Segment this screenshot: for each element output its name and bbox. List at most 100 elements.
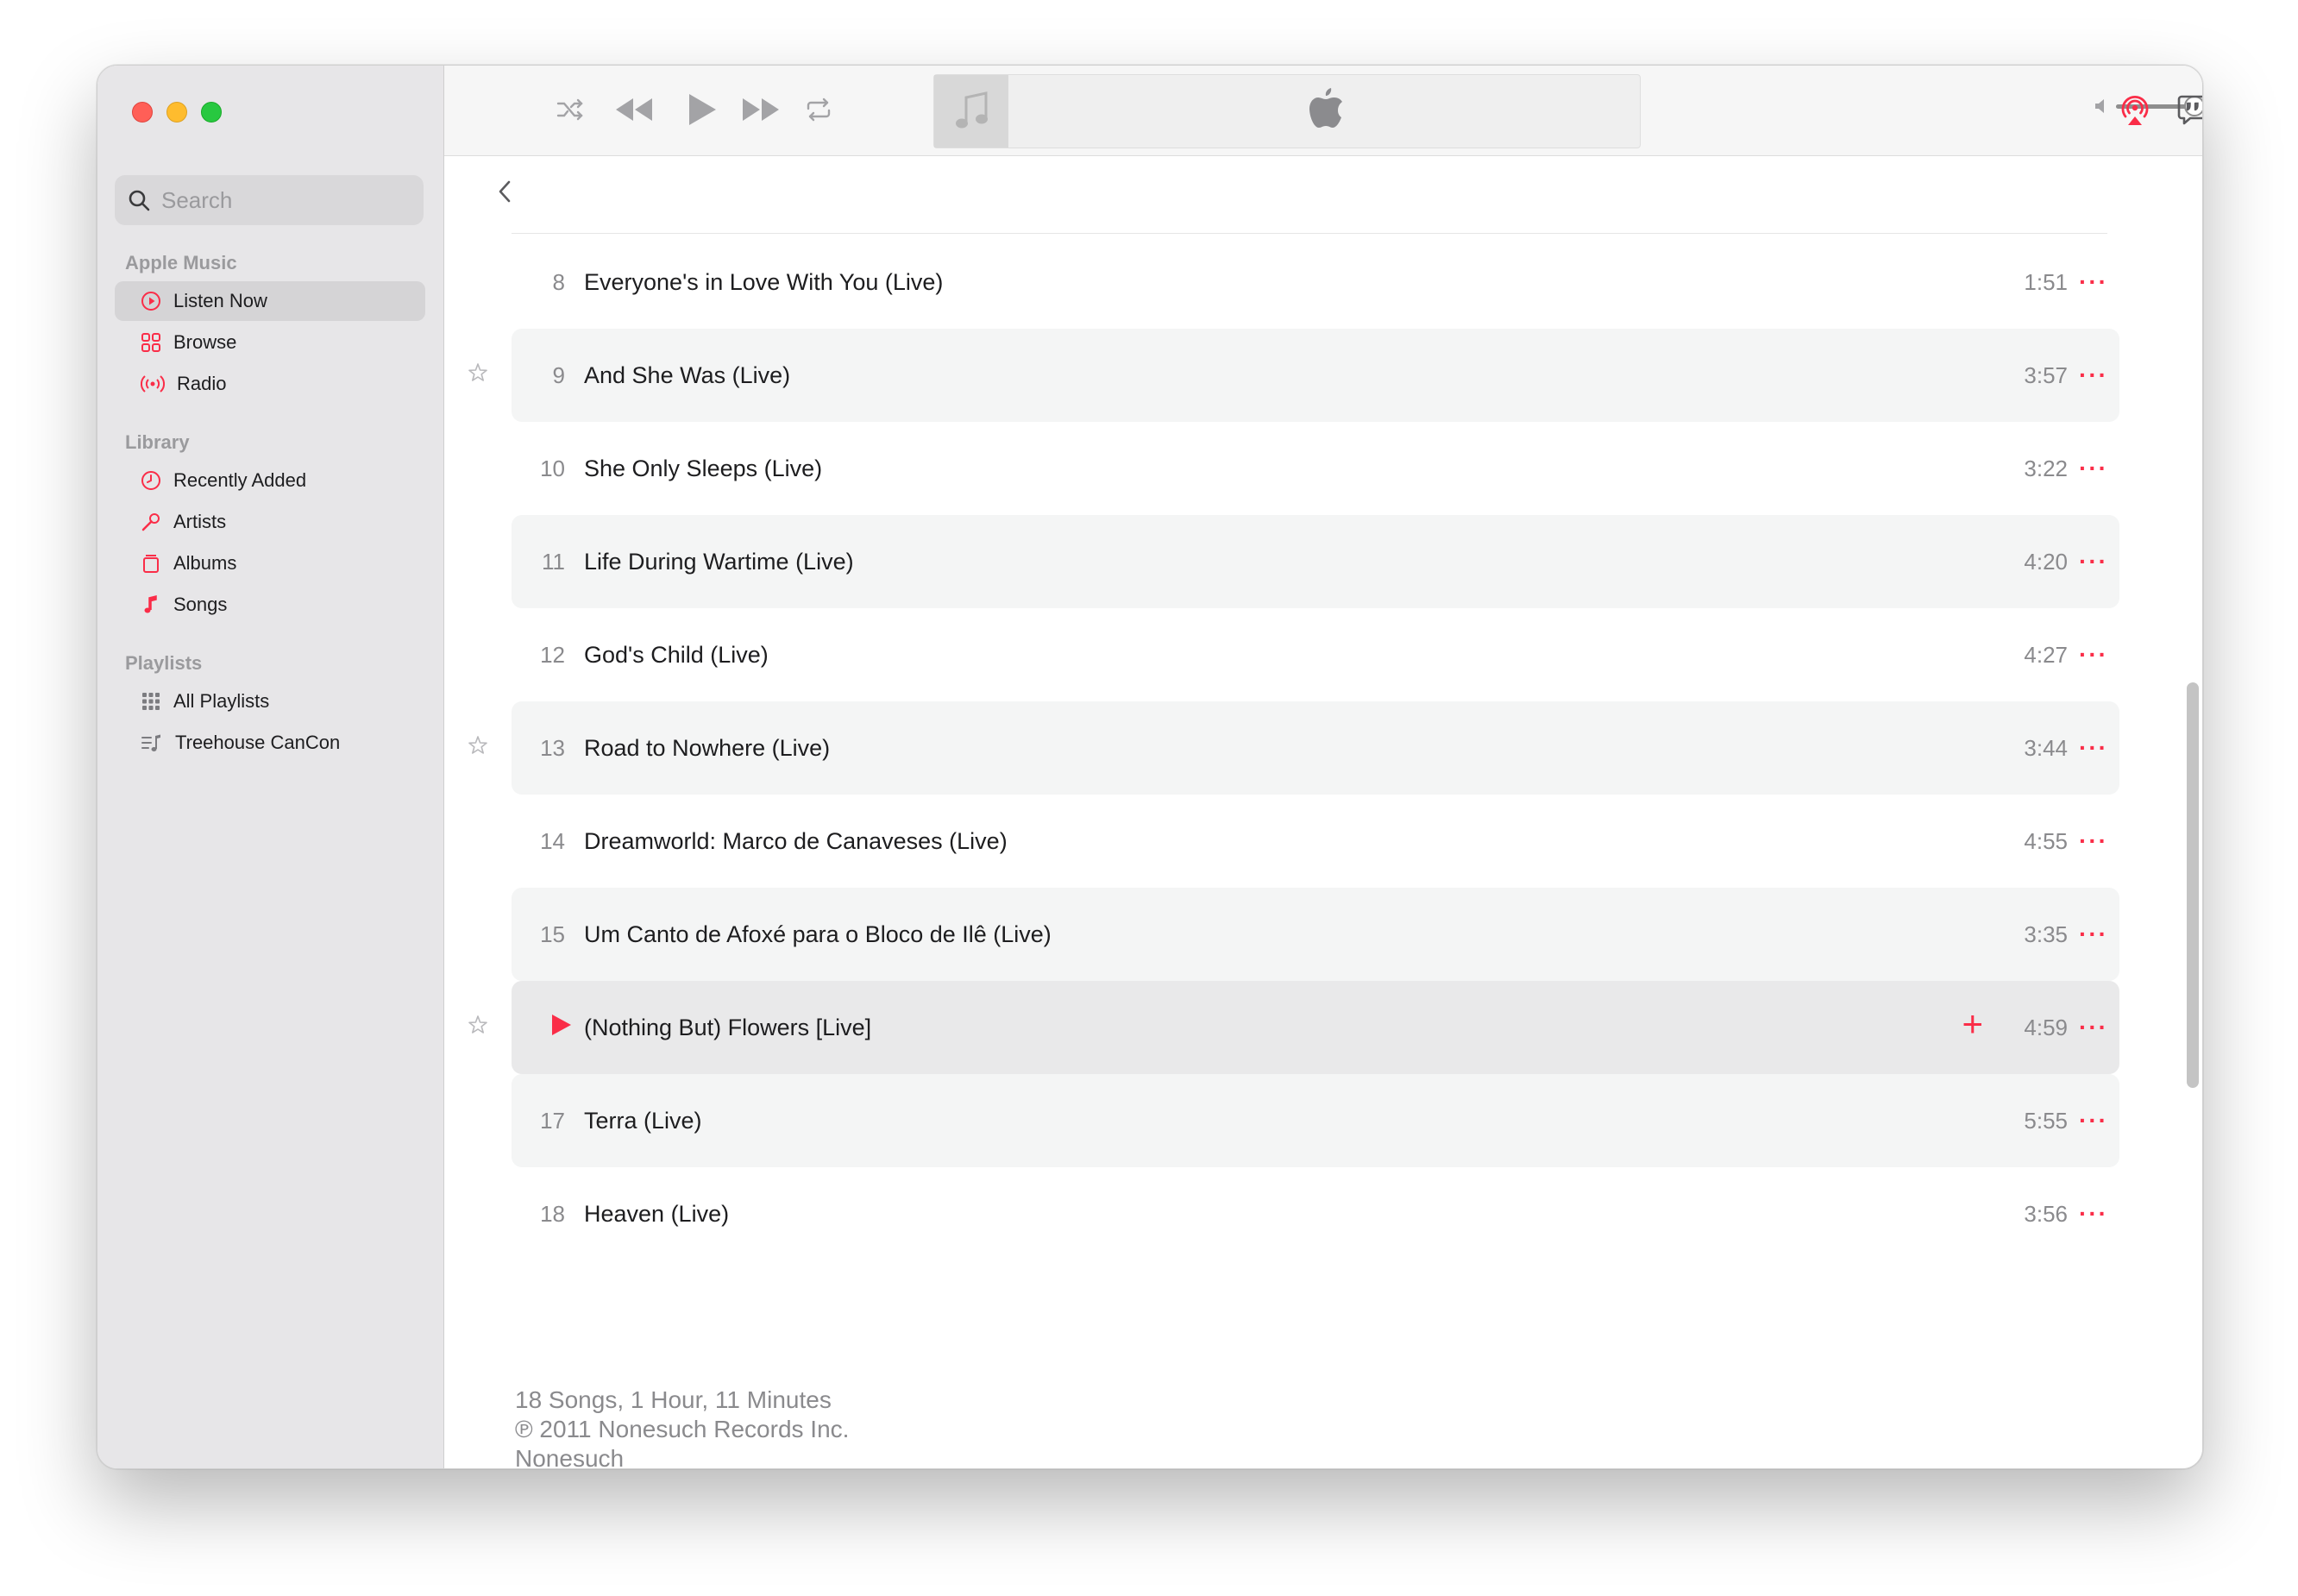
track-row[interactable]: 11 Life During Wartime (Live) 4:20 ···	[512, 515, 2119, 608]
sidebar-item-radio[interactable]: Radio	[115, 364, 425, 404]
track-row[interactable]: 15 Um Canto de Afoxé para o Bloco de Ilê …	[512, 888, 2119, 981]
now-playing-display[interactable]	[933, 74, 1641, 148]
sidebar-item-label: Listen Now	[173, 290, 267, 311]
track-row[interactable]: 10 She Only Sleeps (Live) 3:22 ···	[512, 422, 2119, 515]
back-button[interactable]	[496, 179, 513, 209]
more-options-button[interactable]: ···	[2068, 361, 2119, 389]
sidebar-item-all-playlists[interactable]: All Playlists	[115, 682, 425, 721]
track-title: Road to Nowhere (Live)	[584, 734, 831, 761]
sidebar-item-label: Recently Added	[173, 469, 307, 491]
track-number: 14	[540, 827, 565, 854]
content-header	[512, 156, 2107, 234]
clock-icon	[141, 471, 160, 490]
more-options-button[interactable]: ···	[2068, 641, 2119, 669]
sidebar-item-listen-now[interactable]: Listen Now	[115, 281, 425, 321]
search-input[interactable]	[161, 186, 403, 214]
sidebar-item-songs[interactable]: Songs	[115, 585, 425, 625]
star-icon[interactable]	[467, 1014, 489, 1040]
sidebar-item-albums[interactable]: Albums	[115, 544, 425, 583]
track-duration: 4:59	[2024, 1014, 2068, 1040]
track-number: 13	[540, 734, 565, 761]
sidebar-item-label: Albums	[173, 552, 237, 574]
section-apple-music: Apple Music	[125, 252, 237, 273]
search-field[interactable]	[115, 175, 424, 225]
track-duration: 4:20	[2024, 548, 2068, 575]
more-options-button[interactable]: ···	[2068, 1014, 2119, 1041]
search-icon	[129, 190, 150, 211]
volume-low-icon	[2095, 99, 2104, 113]
track-number: 9	[552, 361, 565, 388]
track-row[interactable]: 13 Road to Nowhere (Live) 3:44 ···	[468, 701, 2119, 795]
sidebar-item-label: Songs	[173, 594, 228, 615]
more-options-button[interactable]: ···	[2068, 1200, 2119, 1228]
more-options-button[interactable]: ···	[2068, 734, 2119, 762]
grid-icon	[141, 333, 160, 352]
more-options-button[interactable]: ···	[2068, 1107, 2119, 1134]
more-options-button[interactable]: ···	[2068, 827, 2119, 855]
track-title: And She Was (Live)	[584, 361, 791, 388]
play-button[interactable]	[686, 91, 719, 128]
track-row[interactable]: 14 Dreamworld: Marco de Canaveses (Live) 4…	[512, 795, 2119, 888]
section-playlists: Playlists	[125, 652, 203, 674]
radio-waves-icon	[141, 375, 165, 393]
music-window: Apple Music Listen Now Browse Radio Libr…	[97, 65, 2203, 1469]
zoom-button[interactable]	[201, 102, 222, 123]
more-options-button[interactable]: ···	[2068, 921, 2119, 948]
sidebar-item-artists[interactable]: Artists	[115, 502, 425, 542]
previous-button[interactable]	[612, 95, 654, 124]
repeat-button[interactable]	[805, 97, 832, 123]
sidebar-item-browse[interactable]: Browse	[115, 323, 425, 362]
star-icon[interactable]	[467, 734, 489, 761]
album-icon	[143, 555, 159, 573]
playing-indicator-icon	[512, 1012, 584, 1044]
track-row[interactable]: 8 Everyone's in Love With You (Live) 1:51 ·…	[512, 236, 2119, 329]
track-number: 15	[540, 921, 565, 947]
scrollbar[interactable]	[2187, 682, 2199, 1088]
lyrics-icon	[2177, 95, 2202, 125]
star-icon[interactable]	[467, 361, 489, 388]
track-row[interactable]: 18 Heaven (Live) 3:56 ···	[512, 1167, 2119, 1260]
track-title: She Only Sleeps (Live)	[584, 455, 823, 481]
track-duration: 4:27	[2024, 641, 2068, 668]
album-content: 8 Everyone's in Love With You (Live) 1:51 ·…	[444, 156, 2202, 1468]
more-options-button[interactable]: ···	[2068, 548, 2119, 575]
playlist-icon	[141, 734, 160, 751]
sidebar: Apple Music Listen Now Browse Radio Libr…	[97, 66, 444, 1468]
track-row[interactable]: 17 Terra (Live) 5:55 ···	[512, 1074, 2119, 1167]
track-title: Dreamworld: Marco de Canaveses (Live)	[584, 827, 1008, 854]
track-duration: 3:56	[2024, 1200, 2068, 1227]
album-info: 18 Songs, 1 Hour, 11 Minutes ℗ 2011 None…	[515, 1386, 849, 1468]
track-duration: 1:51	[2024, 268, 2068, 295]
track-title: Um Canto de Afoxé para o Bloco de Ilê (L…	[584, 921, 1052, 947]
more-options-button[interactable]: ···	[2068, 455, 2119, 482]
add-to-library-button[interactable]: +	[1962, 1003, 1983, 1045]
more-options-button[interactable]: ···	[2068, 268, 2119, 296]
track-duration: 3:35	[2024, 921, 2068, 947]
play-circle-icon	[141, 292, 160, 311]
track-number: 10	[540, 455, 565, 481]
airplay-button[interactable]	[2118, 93, 2152, 128]
track-row[interactable]: 12 God's Child (Live) 4:27 ···	[512, 608, 2119, 701]
song-count: 18 Songs, 1 Hour, 11 Minutes	[515, 1386, 832, 1413]
track-row[interactable]: 9 And She Was (Live) 3:57 ···	[468, 329, 2119, 422]
track-number: 11	[542, 548, 565, 575]
play-icon	[689, 94, 716, 125]
track-row-playing[interactable]: (Nothing But) Flowers [Live] +4:59 ···	[468, 981, 2119, 1074]
sidebar-item-recently-added[interactable]: Recently Added	[115, 461, 425, 500]
track-title: Life During Wartime (Live)	[584, 548, 854, 575]
window-controls	[132, 102, 222, 123]
sidebar-item-treehouse-cancon[interactable]: Treehouse CanCon	[115, 723, 425, 763]
next-button[interactable]	[741, 95, 782, 124]
close-button[interactable]	[132, 102, 153, 123]
shuffle-button[interactable]	[556, 97, 586, 123]
repeat-icon	[807, 97, 831, 122]
track-title: God's Child (Live)	[584, 641, 769, 668]
track-duration: 3:57	[2024, 361, 2068, 388]
track-number: 8	[552, 268, 565, 295]
minimize-button[interactable]	[166, 102, 187, 123]
track-title: Everyone's in Love With You (Live)	[584, 268, 944, 295]
track-title: (Nothing But) Flowers [Live]	[584, 1014, 872, 1040]
track-title: Terra (Live)	[584, 1107, 702, 1134]
shuffle-icon	[556, 98, 583, 121]
lyrics-button[interactable]	[2176, 93, 2202, 126]
